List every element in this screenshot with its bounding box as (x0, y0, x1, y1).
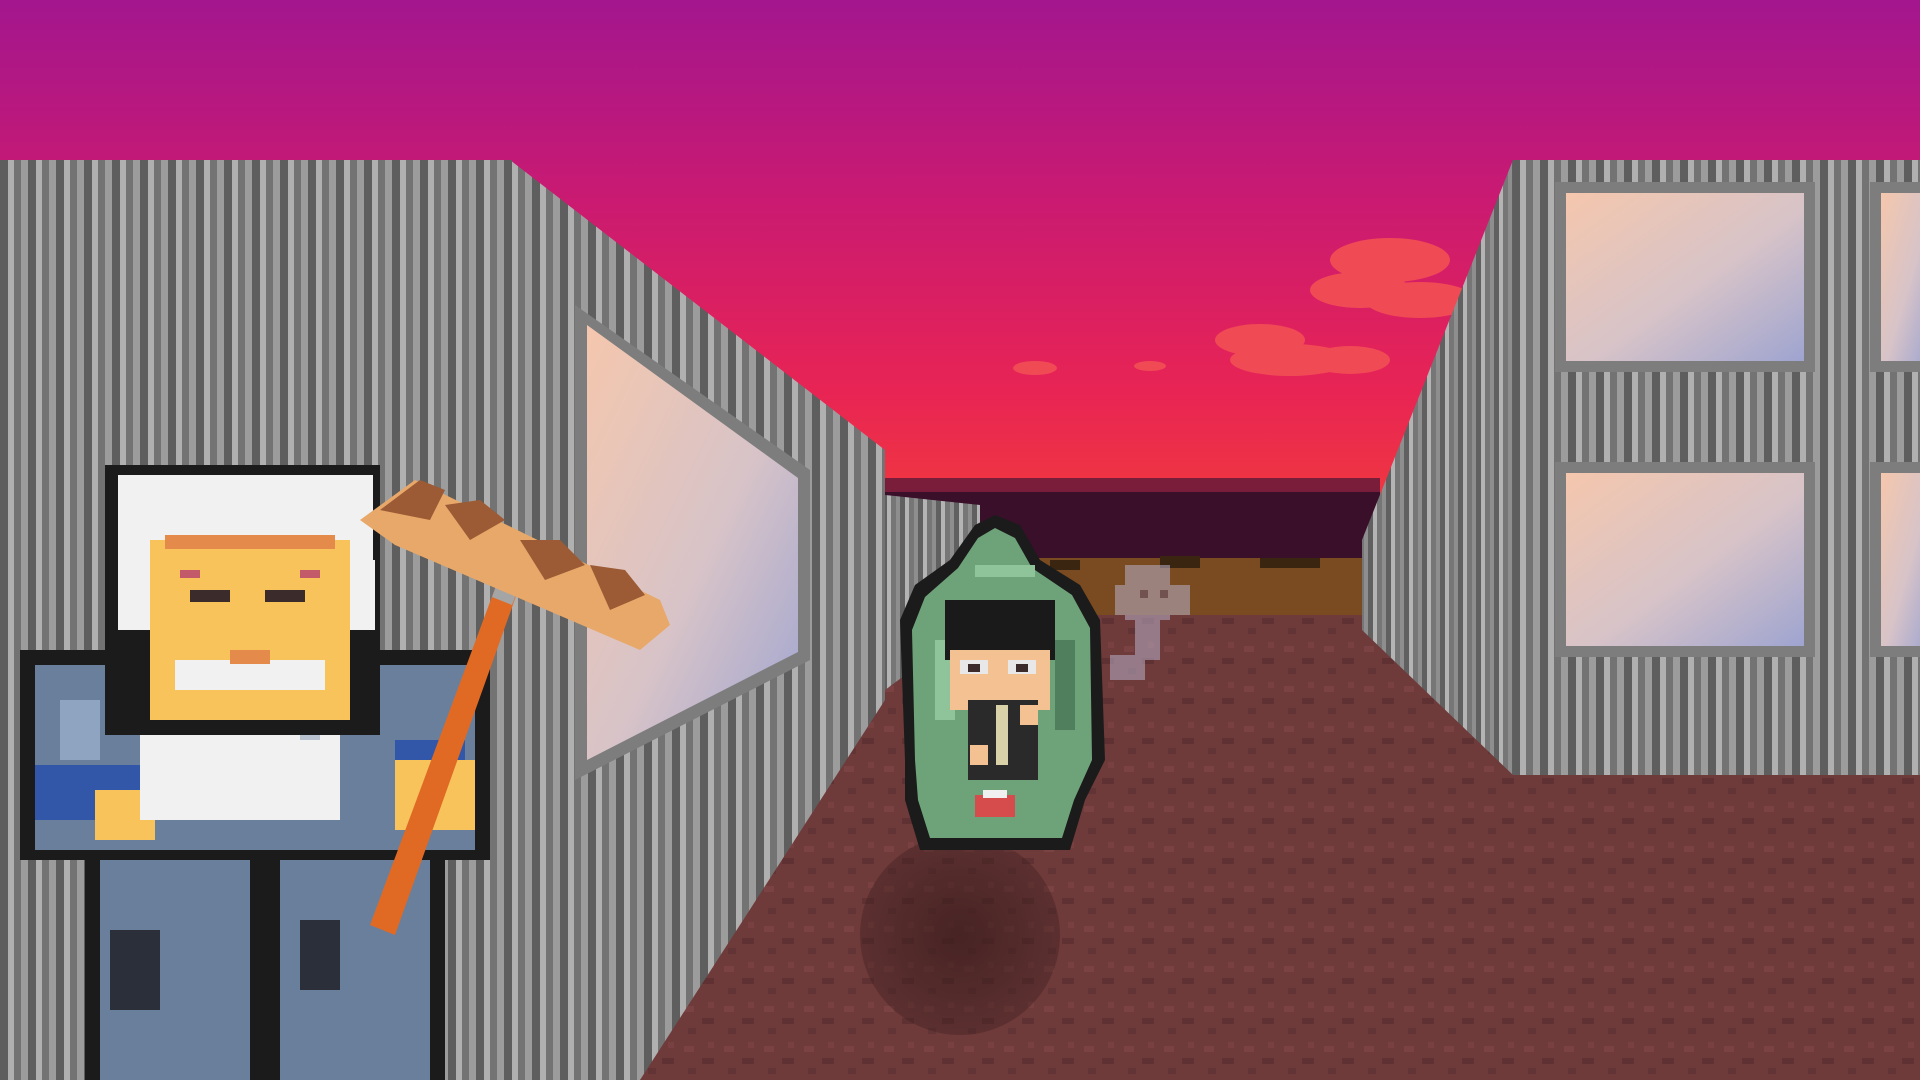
hooded-figure-shadow (860, 835, 1060, 1035)
game-viewport[interactable] (0, 0, 1920, 1080)
